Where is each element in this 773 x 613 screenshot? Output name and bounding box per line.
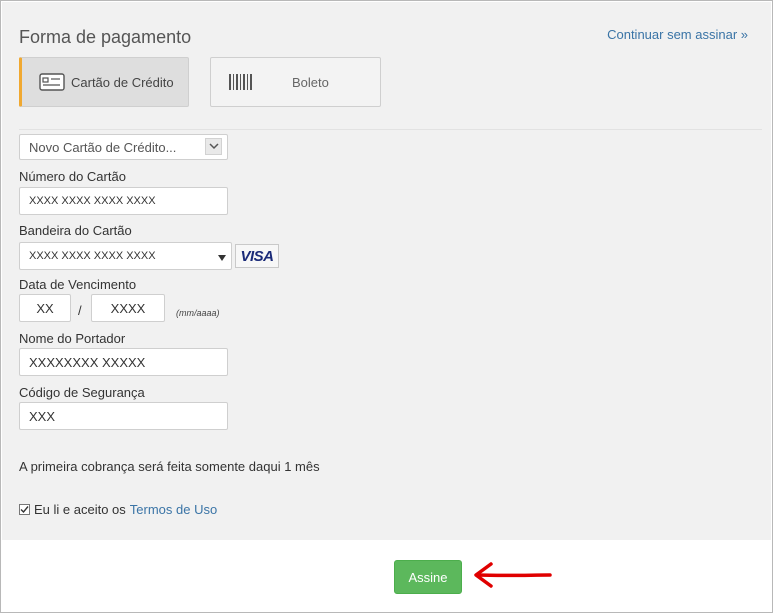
expiry-year-value: XXXX <box>110 300 146 316</box>
terms-of-use-link[interactable]: Termos de Uso <box>130 502 217 517</box>
continue-without-subscribing-link[interactable]: Continuar sem assinar » <box>607 27 748 42</box>
holder-name-value: XXXXXXXX XXXXX <box>29 354 146 370</box>
terms-row: Eu li e aceito os Termos de Uso <box>19 502 217 517</box>
credit-card-icon <box>39 73 65 91</box>
expiry-year-input[interactable]: XXXX <box>91 294 165 322</box>
checkmark-icon <box>20 506 29 514</box>
card-brand-value: XXXX XXXX XXXX XXXX <box>29 250 156 262</box>
tab-boleto[interactable]: Boleto <box>210 57 381 107</box>
visa-logo: VISA <box>235 244 279 268</box>
expiry-label: Data de Vencimento <box>19 277 137 292</box>
card-number-value: XXXX XXXX XXXX XXXX <box>29 195 156 207</box>
divider <box>19 129 762 130</box>
card-number-input[interactable]: XXXX XXXX XXXX XXXX <box>19 187 228 215</box>
holder-name-input[interactable]: XXXXXXXX XXXXX <box>19 348 228 376</box>
tab-credit-card[interactable]: Cartão de Crédito <box>19 57 189 107</box>
security-code-input[interactable]: XXX <box>19 402 228 430</box>
caret-down-icon <box>218 252 226 264</box>
card-brand-select[interactable]: XXXX XXXX XXXX XXXX <box>19 242 232 270</box>
saved-card-select-value: Novo Cartão de Crédito... <box>29 139 177 155</box>
page-title: Forma de pagamento <box>19 27 192 47</box>
annotation-arrow-icon <box>474 562 552 588</box>
payment-panel: Forma de pagamento Continuar sem assinar… <box>2 2 771 540</box>
billing-note: A primeira cobrança será feita somente d… <box>19 459 320 474</box>
subscribe-button[interactable]: Assine <box>394 560 462 594</box>
tab-boleto-label: Boleto <box>292 74 329 90</box>
tab-credit-card-label: Cartão de Crédito <box>71 74 174 90</box>
terms-checkbox[interactable] <box>19 504 30 515</box>
expiry-month-value: XX <box>36 300 54 316</box>
card-brand-label: Bandeira do Cartão <box>19 223 132 238</box>
expiry-month-input[interactable]: XX <box>19 294 71 322</box>
expiry-separator: / <box>78 303 82 318</box>
barcode-icon <box>228 73 254 91</box>
security-code-value: XXX <box>29 408 56 424</box>
card-number-label: Número do Cartão <box>19 169 126 184</box>
security-code-label: Código de Segurança <box>19 385 145 400</box>
expiry-format-hint: (mm/aaaa) <box>176 308 220 318</box>
chevron-down-icon[interactable] <box>205 138 222 155</box>
terms-text: Eu li e aceito os <box>34 502 126 517</box>
payment-dialog: Forma de pagamento Continuar sem assinar… <box>0 0 773 613</box>
holder-name-label: Nome do Portador <box>19 331 126 346</box>
saved-card-select[interactable]: Novo Cartão de Crédito... <box>19 134 228 160</box>
